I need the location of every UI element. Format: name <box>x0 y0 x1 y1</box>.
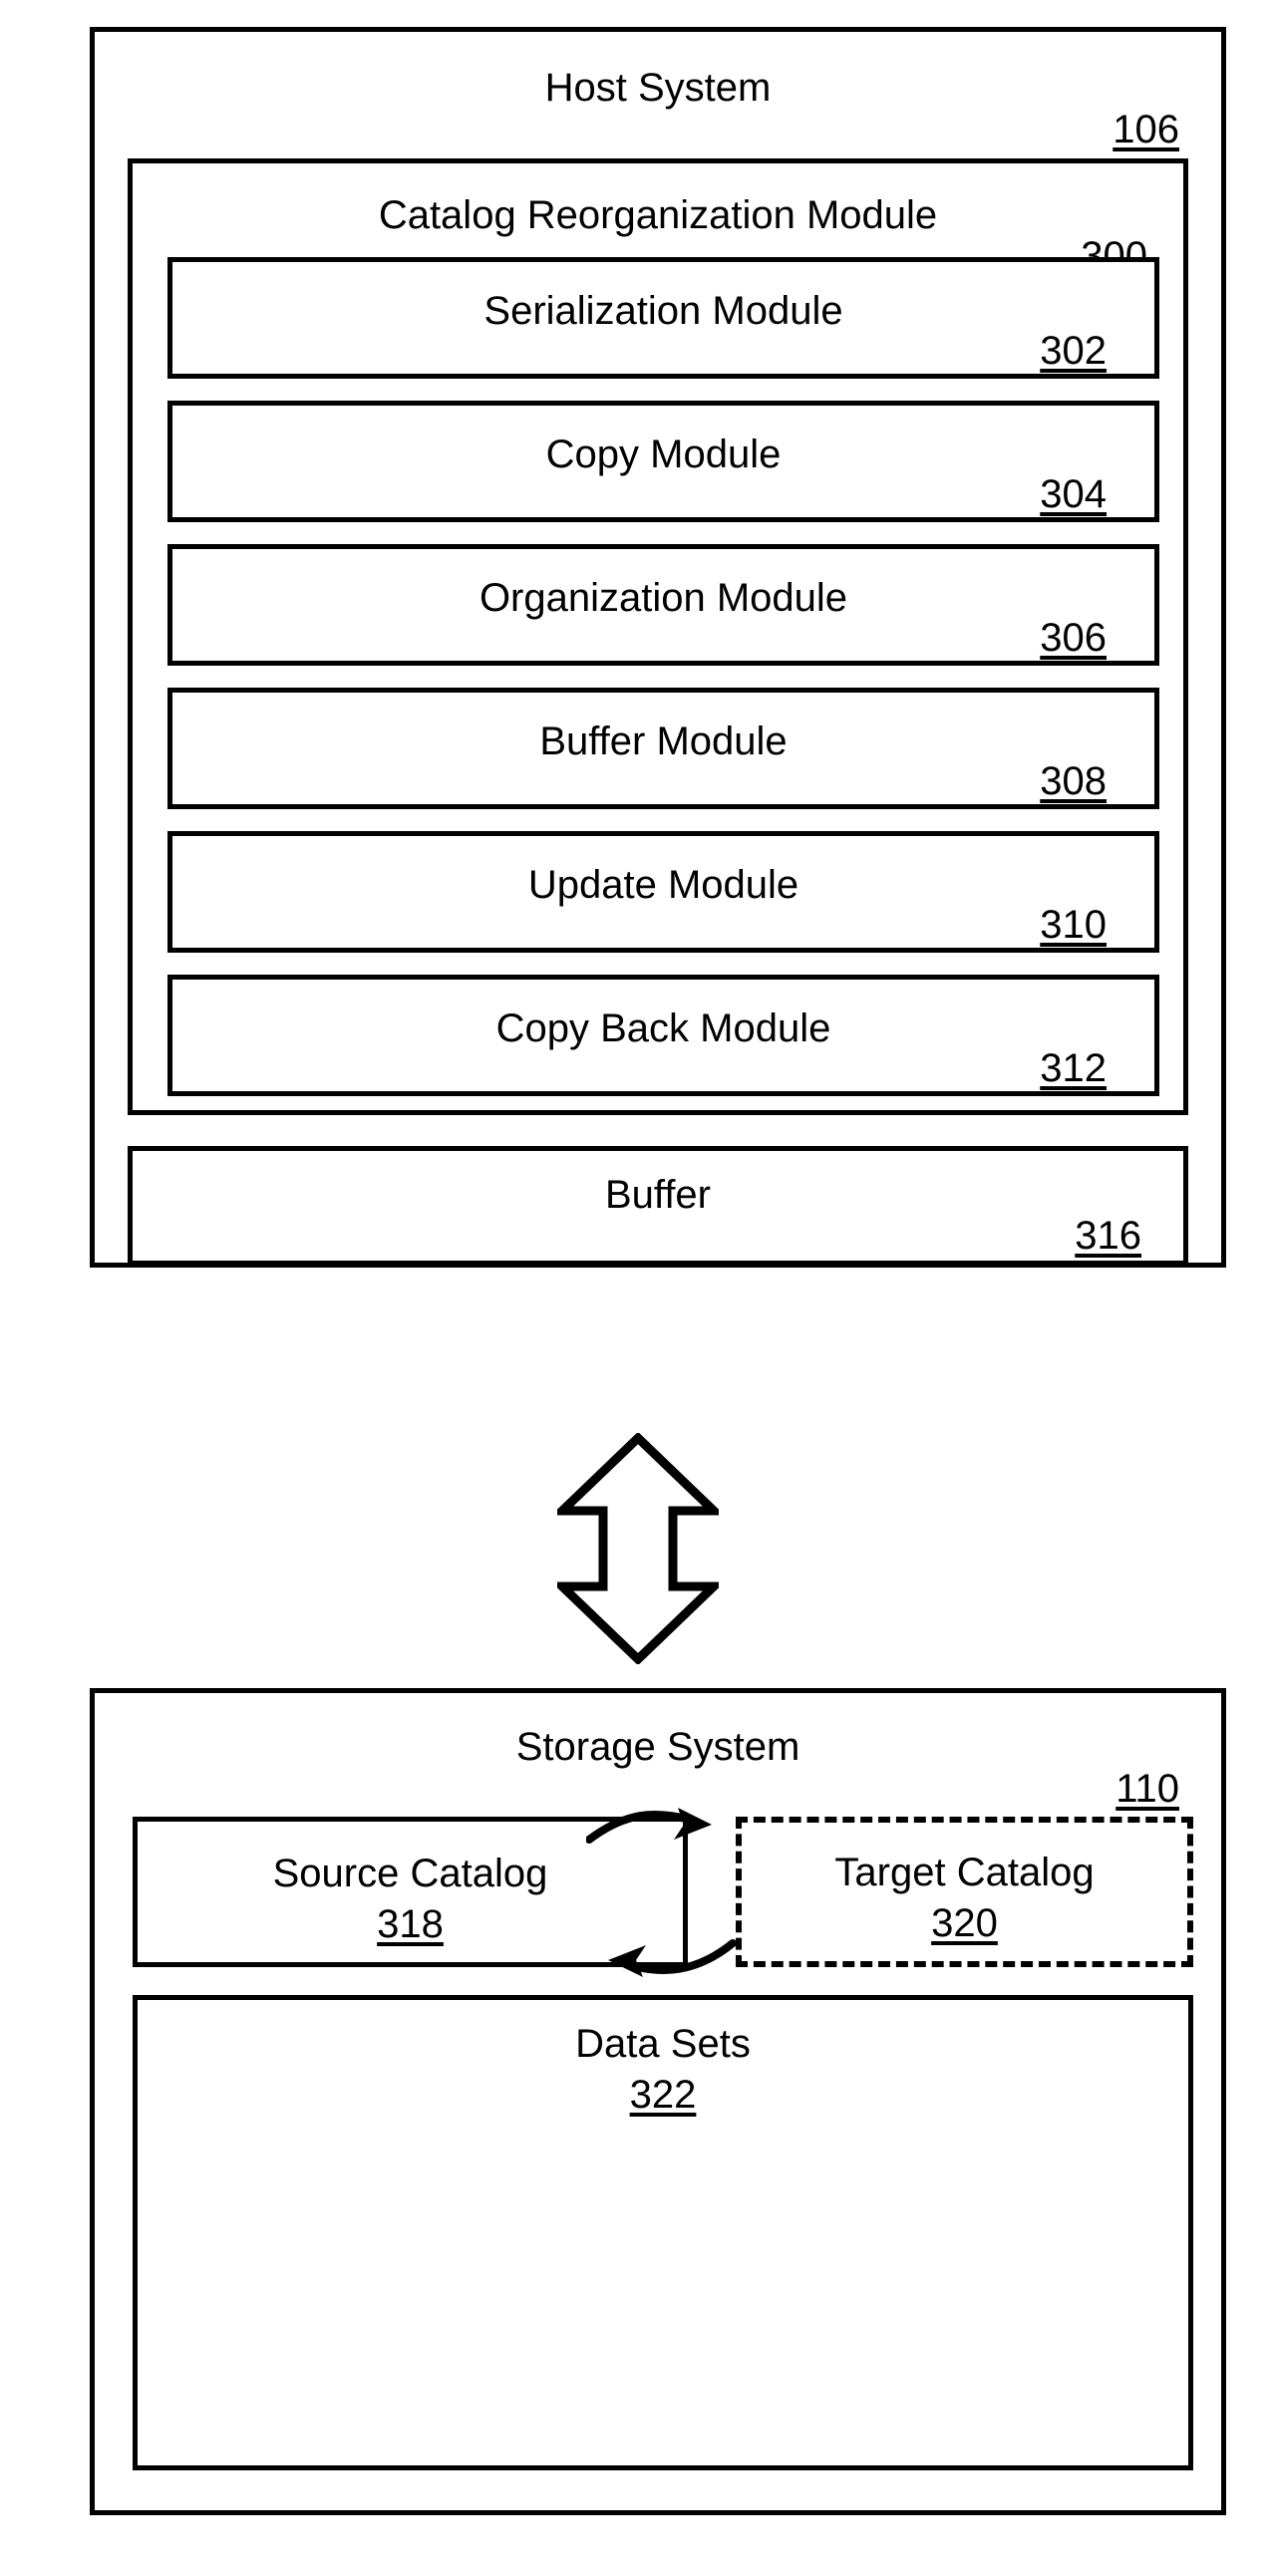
buffer-module-title: Buffer Module <box>539 719 788 763</box>
source-to-target-arrow <box>586 1808 712 1844</box>
organization-module-box: Organization Module 306 <box>167 544 1159 666</box>
buffer-box: Buffer 316 <box>128 1146 1188 1266</box>
buffer-module-box: Buffer Module 308 <box>167 688 1159 809</box>
copy-module-box: Copy Module 304 <box>167 401 1159 522</box>
buffer-refnum: 316 <box>1075 1214 1141 1258</box>
host-system-title: Host System <box>544 66 772 110</box>
copy-back-module-refnum: 312 <box>1040 1046 1107 1090</box>
copy-module-title: Copy Module <box>545 432 782 476</box>
host-system-box: Host System 106 Catalog Reorganization M… <box>90 27 1226 1268</box>
data-sets-title: Data Sets <box>575 2022 751 2066</box>
update-module-refnum: 310 <box>1040 903 1107 947</box>
target-to-source-arrow <box>608 1939 736 1977</box>
storage-system-refnum: 110 <box>1115 1767 1179 1811</box>
catalog-reorganization-module-title: Catalog Reorganization Module <box>378 193 938 237</box>
copy-module-refnum: 304 <box>1040 472 1107 516</box>
buffer-title: Buffer <box>605 1173 711 1217</box>
host-system-refnum: 106 <box>1113 108 1179 151</box>
bidirectional-arrow-icon <box>557 1433 719 1664</box>
catalog-exchange-arrows-icon <box>586 1802 736 1983</box>
data-sets-refnum: 322 <box>629 2073 697 2117</box>
patent-figure: Host System 106 Catalog Reorganization M… <box>0 0 1274 2576</box>
catalog-reorganization-module-box: Catalog Reorganization Module 300 Serial… <box>128 158 1188 1115</box>
serialization-module-box: Serialization Module 302 <box>167 257 1159 379</box>
storage-system-title: Storage System <box>515 1725 800 1769</box>
target-catalog-refnum: 320 <box>931 1901 998 1945</box>
copy-back-module-title: Copy Back Module <box>495 1006 831 1050</box>
copy-back-module-box: Copy Back Module 312 <box>167 975 1159 1096</box>
organization-module-refnum: 306 <box>1040 616 1107 660</box>
target-catalog-title: Target Catalog <box>834 1851 1095 1894</box>
buffer-module-refnum: 308 <box>1040 759 1107 803</box>
data-sets-box: Data Sets 322 <box>133 1995 1193 2470</box>
update-module-title: Update Module <box>527 863 799 907</box>
update-module-box: Update Module 310 <box>167 831 1159 953</box>
serialization-module-refnum: 302 <box>1040 329 1107 373</box>
organization-module-title: Organization Module <box>478 576 848 620</box>
serialization-module-title: Serialization Module <box>483 289 843 333</box>
target-catalog-box: Target Catalog 320 <box>736 1817 1193 1967</box>
